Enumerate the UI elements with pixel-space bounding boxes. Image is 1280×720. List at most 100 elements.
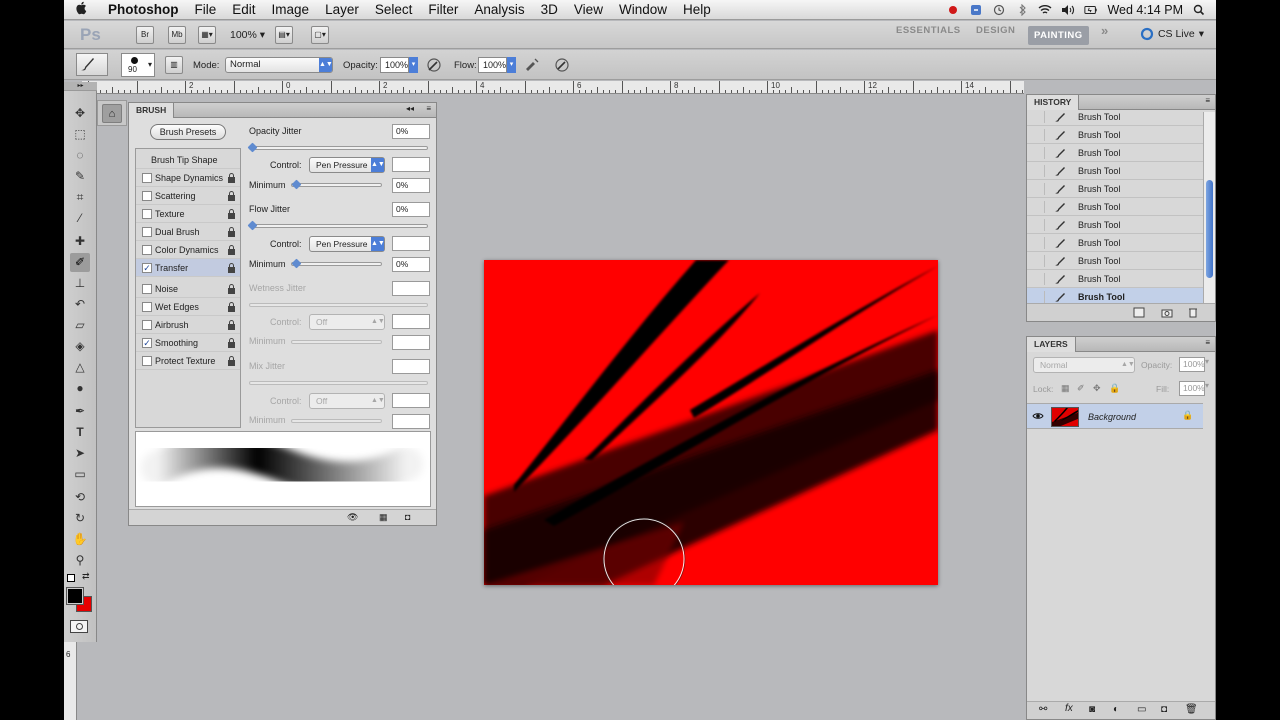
checkbox[interactable] [142,227,152,237]
move-tool-icon[interactable]: ✥ [70,104,90,123]
time-machine-icon[interactable] [992,4,1006,16]
eye-icon[interactable] [1032,411,1044,421]
history-source-checkbox[interactable] [1033,273,1045,285]
checkbox[interactable] [142,191,152,201]
type-tool-icon[interactable]: T [70,423,90,442]
checkbox[interactable] [142,284,152,294]
minibridge-button[interactable]: Mb [168,25,186,44]
menu-filter[interactable]: Filter [420,2,466,17]
swap-colors-icon[interactable]: ⇄ [82,571,90,582]
lock-icon[interactable] [227,263,236,273]
lock-transparency-icon[interactable]: ▦ [1061,383,1070,394]
opacity-jitter-slider[interactable] [247,142,428,153]
paint-bucket-tool-icon[interactable]: ◈ [70,337,90,356]
fill-field[interactable]: 100% [1179,381,1205,396]
slider-thumb[interactable] [247,220,258,231]
lock-icon[interactable] [227,320,236,330]
checkbox[interactable] [142,356,152,366]
quick-mask-icon[interactable] [70,620,88,633]
healing-tool-icon[interactable]: ✚ [70,232,90,251]
flow-dropdown[interactable]: ▾ [507,57,516,73]
history-source-checkbox[interactable] [1033,165,1045,177]
lock-icon[interactable] [227,191,236,201]
history-item[interactable]: Brush Tool [1027,234,1203,252]
arrange-documents-button[interactable]: ▤▾ [275,25,294,44]
history-source-checkbox[interactable] [1033,129,1045,141]
eraser-tool-icon[interactable]: ▱ [70,316,90,335]
menu-select[interactable]: Select [367,2,421,17]
hand-tool-icon[interactable]: ✋ [70,530,90,549]
tool-preset-picker[interactable] [76,53,108,76]
extras-button[interactable]: ▦▾ [198,25,216,44]
flow-jitter-slider[interactable] [247,220,428,231]
link-layers-icon[interactable]: ⚯ [1039,704,1047,715]
checkbox[interactable] [142,245,152,255]
new-group-icon[interactable]: ▭ [1137,704,1146,715]
path-selection-tool-icon[interactable]: ➤ [70,444,90,463]
quick-select-tool-icon[interactable]: ✎ [70,167,90,186]
menu-image[interactable]: Image [264,2,318,17]
lock-pixels-icon[interactable]: ✐ [1077,383,1085,394]
marquee-tool-icon[interactable]: ⬚ [70,125,90,144]
workspace-essentials[interactable]: ESSENTIALS [896,25,961,36]
tab-layers[interactable]: LAYERS [1027,337,1076,352]
brush-option-texture[interactable]: Texture [136,205,240,223]
panel-menu-icon[interactable]: ≡ [1205,338,1210,347]
camera-snapshot-icon[interactable] [1161,307,1173,318]
history-item[interactable]: Brush Tool [1027,108,1203,126]
slider-thumb[interactable] [291,179,302,190]
history-item[interactable]: Brush Tool [1027,216,1203,234]
menu-window[interactable]: Window [611,2,675,17]
minimum-field[interactable]: 0% [392,178,430,193]
mode-select[interactable]: Normal ▲▼ [225,57,333,73]
default-colors-icon[interactable] [67,574,75,582]
history-source-checkbox[interactable] [1033,183,1045,195]
menu-layer[interactable]: Layer [317,2,367,17]
sync-icon[interactable] [969,4,983,16]
history-item[interactable]: Brush Tool [1027,252,1203,270]
lasso-tool-icon[interactable]: ◌ [70,146,90,165]
add-mask-icon[interactable]: ◙ [1089,704,1095,715]
cs-live-button[interactable]: CS Live ▾ [1140,27,1204,41]
brush-option-noise[interactable]: Noise [136,280,240,298]
lock-all-icon[interactable]: 🔒 [1109,383,1120,394]
brush-option-shape-dynamics[interactable]: Shape Dynamics [136,169,240,187]
tab-brush[interactable]: BRUSH [129,103,175,118]
menu-edit[interactable]: Edit [224,2,263,17]
history-source-checkbox[interactable] [1033,291,1045,303]
checkbox[interactable] [142,320,152,330]
brush-option-brush-tip-shape[interactable]: Brush Tip Shape [136,151,240,169]
workspace-design[interactable]: DESIGN [976,25,1015,36]
history-item[interactable]: Brush Tool [1027,126,1203,144]
minimum-slider-2[interactable] [291,258,382,269]
brush-option-dual-brush[interactable]: Dual Brush [136,223,240,241]
checkbox[interactable] [142,209,152,219]
layer-row-background[interactable]: Background 🔒 [1027,403,1203,429]
history-source-checkbox[interactable] [1033,111,1045,123]
new-layer-icon[interactable]: ◘ [1161,704,1167,715]
3d-rotate-tool-icon[interactable]: ⟲ [70,488,90,507]
brush-option-smoothing[interactable]: ✓ Smoothing [136,334,240,352]
menu-analysis[interactable]: Analysis [466,2,532,17]
lock-icon[interactable] [227,284,236,294]
delete-layer-icon[interactable]: 🗑 [1185,704,1198,715]
bluetooth-icon[interactable] [1015,4,1029,16]
foreground-color-swatch[interactable] [66,587,84,605]
adjustment-layer-icon[interactable]: ◐ [1113,704,1119,715]
panel-menu-icon[interactable]: ≡ [426,104,431,113]
history-source-checkbox[interactable] [1033,237,1045,249]
clone-stamp-tool-icon[interactable]: ⊥ [70,274,90,293]
history-source-checkbox[interactable] [1033,201,1045,213]
layer-style-icon[interactable]: fx [1065,703,1073,714]
brush-presets-button[interactable]: Brush Presets [150,124,226,140]
lock-icon[interactable] [227,227,236,237]
dodge-tool-icon[interactable]: ● [70,379,90,398]
lock-icon[interactable] [227,302,236,312]
menubar-clock[interactable]: Wed 4:14 PM [1107,3,1183,17]
history-item[interactable]: Brush Tool [1027,162,1203,180]
panel-menu-icon[interactable]: ≡ [1205,96,1210,105]
layer-opacity-field[interactable]: 100% [1179,357,1205,372]
spotlight-icon[interactable] [1192,4,1206,16]
history-source-checkbox[interactable] [1033,255,1045,267]
pen-tool-icon[interactable]: ✒ [70,402,90,421]
